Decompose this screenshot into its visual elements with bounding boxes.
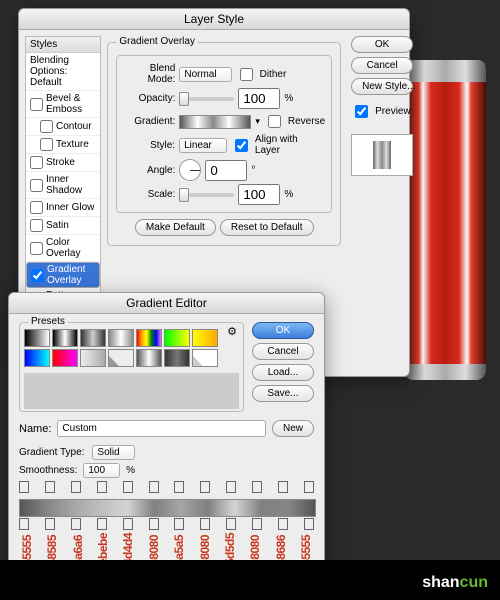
gradient-stop[interactable] <box>252 518 262 530</box>
style-item[interactable]: Color Overlay <box>26 235 100 262</box>
preset-swatch[interactable] <box>24 349 50 367</box>
style-checkbox[interactable] <box>30 179 43 192</box>
gradient-stop[interactable] <box>278 518 288 530</box>
preset-swatch[interactable] <box>136 349 162 367</box>
dither-checkbox[interactable] <box>240 68 253 81</box>
gradient-bar[interactable] <box>19 499 316 517</box>
ok-button[interactable]: OK <box>252 322 314 339</box>
dialog-title: Layer Style <box>19 9 409 30</box>
presets-empty-area <box>24 373 239 409</box>
gradient-stop[interactable] <box>71 518 81 530</box>
ok-button[interactable]: OK <box>351 36 413 53</box>
styles-header[interactable]: Styles <box>26 37 100 53</box>
gradient-stop[interactable] <box>45 518 55 530</box>
preset-swatch[interactable] <box>136 329 162 347</box>
load-button[interactable]: Load... <box>252 364 314 381</box>
gradient-name-input[interactable] <box>57 420 266 437</box>
watermark-logo: shancun <box>422 574 488 592</box>
scale-slider[interactable] <box>179 193 234 197</box>
gradient-stop[interactable] <box>200 481 210 493</box>
opacity-input[interactable] <box>238 88 280 109</box>
scale-input[interactable] <box>238 184 280 205</box>
soda-can-preview <box>404 60 486 380</box>
gradient-editor-dialog: Gradient Editor Presets ⚙ OK Cancel Load… <box>8 292 325 587</box>
style-checkbox[interactable] <box>30 242 43 255</box>
blend-mode-select[interactable]: Normal <box>179 67 231 82</box>
gradient-stop[interactable] <box>149 481 159 493</box>
gradient-stop[interactable] <box>123 518 133 530</box>
gradient-stop[interactable] <box>45 481 55 493</box>
make-default-button[interactable]: Make Default <box>135 219 216 236</box>
preset-swatch[interactable] <box>108 349 134 367</box>
style-item[interactable]: Inner Shadow <box>26 172 100 199</box>
style-checkbox[interactable] <box>30 98 43 111</box>
new-button[interactable]: New <box>272 420 314 437</box>
style-item[interactable]: Satin <box>26 217 100 235</box>
gradient-stop[interactable] <box>252 481 262 493</box>
gradient-stop[interactable] <box>149 518 159 530</box>
preset-swatch[interactable] <box>192 349 218 367</box>
style-item[interactable]: Gradient Overlay <box>26 262 100 288</box>
style-select[interactable]: Linear <box>179 138 227 153</box>
can-top <box>404 60 486 82</box>
opacity-slider[interactable] <box>179 97 234 101</box>
smoothness-input[interactable]: 100 <box>83 463 120 478</box>
preset-swatch[interactable] <box>24 329 50 347</box>
gradient-subgroup: Gradient Blend Mode:NormalDither Opacity… <box>116 55 332 213</box>
style-item[interactable]: Contour <box>26 118 100 136</box>
cancel-button[interactable]: Cancel <box>252 343 314 360</box>
preset-swatch[interactable] <box>80 329 106 347</box>
angle-input[interactable] <box>205 160 247 181</box>
new-style-button[interactable]: New Style... <box>351 78 413 95</box>
preset-swatch[interactable] <box>192 329 218 347</box>
can-bottom <box>404 364 486 380</box>
style-checkbox[interactable] <box>31 269 44 282</box>
gradient-stop[interactable] <box>278 481 288 493</box>
gradient-type-select[interactable]: Solid <box>92 445 134 460</box>
presets-panel: Presets ⚙ <box>19 322 244 412</box>
gradient-stop[interactable] <box>174 518 184 530</box>
gradient-picker[interactable] <box>179 115 251 129</box>
style-checkbox[interactable] <box>30 201 43 214</box>
style-item[interactable]: Bevel & Emboss <box>26 91 100 118</box>
save-button[interactable]: Save... <box>252 385 314 402</box>
dialog-title: Gradient Editor <box>9 293 324 314</box>
gradient-stop[interactable] <box>200 518 210 530</box>
style-checkbox[interactable] <box>30 156 43 169</box>
preset-swatch[interactable] <box>108 329 134 347</box>
preset-swatch[interactable] <box>52 349 78 367</box>
angle-dial[interactable] <box>179 159 201 181</box>
gradient-stop[interactable] <box>226 518 236 530</box>
preset-swatch[interactable] <box>164 329 190 347</box>
preset-swatch[interactable] <box>164 349 190 367</box>
gradient-stop[interactable] <box>19 518 29 530</box>
blending-options[interactable]: Blending Options: Default <box>26 53 100 91</box>
gradient-stop[interactable] <box>123 481 133 493</box>
style-checkbox[interactable] <box>40 138 53 151</box>
reverse-checkbox[interactable] <box>268 115 281 128</box>
cancel-button[interactable]: Cancel <box>351 57 413 74</box>
reset-default-button[interactable]: Reset to Default <box>220 219 314 236</box>
style-item[interactable]: Stroke <box>26 154 100 172</box>
gradient-stop[interactable] <box>226 481 236 493</box>
preset-swatch[interactable] <box>52 329 78 347</box>
style-item[interactable]: Texture <box>26 136 100 154</box>
gradient-stop[interactable] <box>19 481 29 493</box>
style-checkbox[interactable] <box>30 219 43 232</box>
presets-menu-icon[interactable]: ⚙ <box>227 325 237 338</box>
gradient-overlay-group: Gradient Overlay Gradient Blend Mode:Nor… <box>107 42 341 246</box>
gradient-stop[interactable] <box>71 481 81 493</box>
style-item[interactable]: Inner Glow <box>26 199 100 217</box>
gradient-stop[interactable] <box>97 481 107 493</box>
gradient-stop[interactable] <box>97 518 107 530</box>
gradient-stop[interactable] <box>304 481 314 493</box>
preset-swatch[interactable] <box>80 349 106 367</box>
preview-checkbox[interactable] <box>355 105 368 118</box>
gradient-stop[interactable] <box>174 481 184 493</box>
align-checkbox[interactable] <box>235 139 248 152</box>
style-checkbox[interactable] <box>40 120 53 133</box>
gradient-stop[interactable] <box>304 518 314 530</box>
preview-thumb <box>351 134 413 176</box>
